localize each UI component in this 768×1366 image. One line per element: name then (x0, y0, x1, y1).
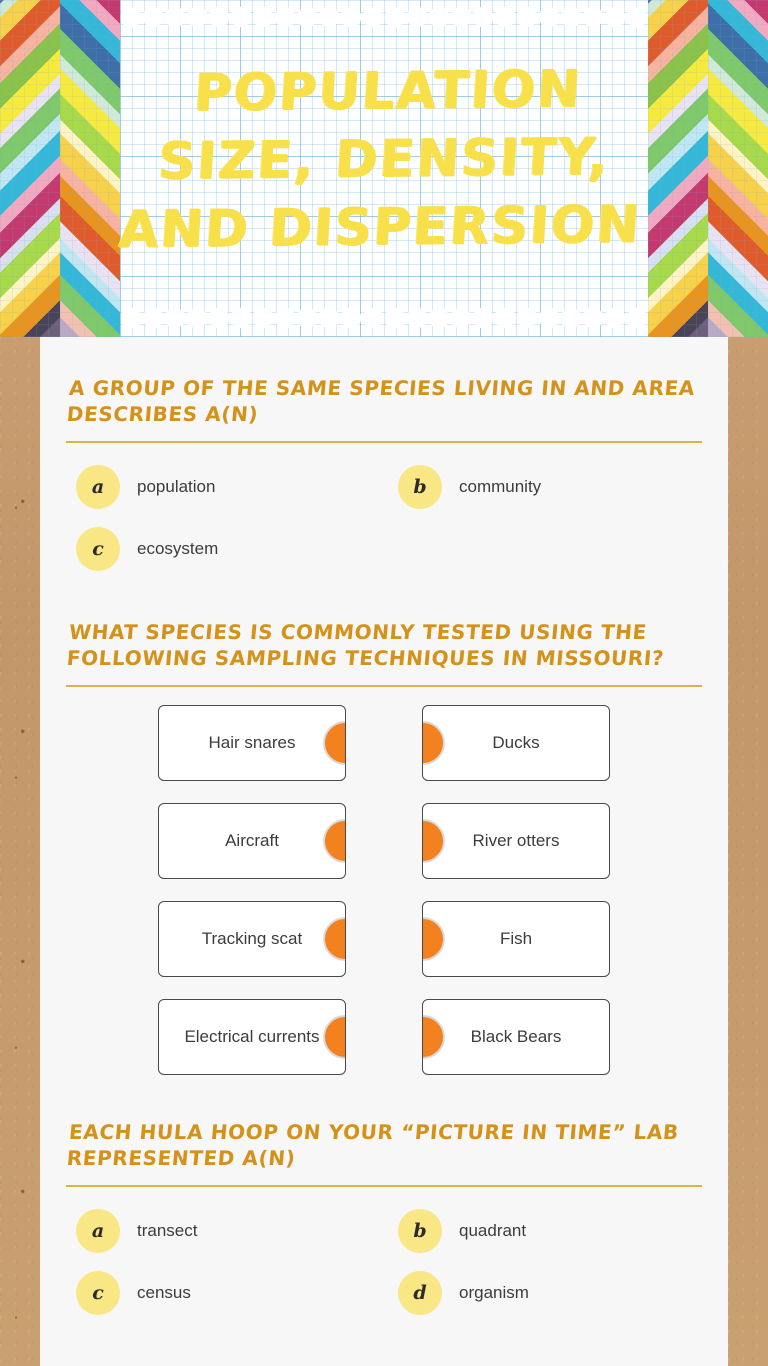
option-label: quadrant (459, 1221, 527, 1240)
match-row: Aircraft River otters (66, 803, 702, 879)
match-connector-dot[interactable] (423, 721, 445, 765)
match-box-label: Hair snares (208, 733, 296, 752)
question-2-match-list: Hair snares Ducks Aircraft River otters (66, 705, 702, 1075)
chevron-pattern-left (0, 0, 120, 337)
chevron-stripes-right-outer (708, 0, 768, 337)
match-connector-dot[interactable] (323, 1015, 345, 1059)
match-box-label: Black Bears (470, 1027, 562, 1046)
question-block-3: Each hula hoop on your “picture in time”… (66, 1119, 702, 1319)
match-row: Hair snares Ducks (66, 705, 702, 781)
option-label: community (459, 477, 542, 496)
question-3-divider (66, 1185, 702, 1187)
match-connector-dot[interactable] (423, 1015, 445, 1059)
match-row: Tracking scat Fish (66, 901, 702, 977)
question-3-options: a transect b quadrant c census d organis… (66, 1205, 702, 1319)
option-key-bubble[interactable]: a (76, 465, 120, 509)
option-b[interactable]: b quadrant (384, 1205, 702, 1257)
match-box-right[interactable]: Black Bears (422, 999, 610, 1075)
option-b[interactable]: b community (384, 461, 702, 513)
option-d[interactable]: d organism (384, 1267, 702, 1319)
question-block-1: A group of the same species living in an… (66, 375, 702, 575)
option-key-bubble[interactable]: d (398, 1271, 442, 1315)
match-box-label: Ducks (492, 733, 540, 752)
question-1-options: a population b community c ecosystem (66, 461, 702, 575)
option-label: organism (459, 1283, 529, 1302)
option-label: ecosystem (137, 539, 219, 558)
option-key-bubble[interactable]: c (76, 527, 120, 571)
scallop-border-top (120, 4, 648, 30)
option-c[interactable]: c ecosystem (66, 523, 384, 575)
match-row: Electrical currents Black Bears (66, 999, 702, 1075)
option-a[interactable]: a transect (66, 1205, 384, 1257)
match-box-label: Aircraft (225, 831, 279, 850)
worksheet-title: Population Size, Density, and Dispersion (117, 59, 643, 260)
chevron-stripes-left-inner (60, 0, 120, 337)
option-key-bubble[interactable]: b (398, 1209, 442, 1253)
match-box-left[interactable]: Electrical currents (158, 999, 346, 1075)
question-3-title: Each hula hoop on your “picture in time”… (65, 1120, 680, 1170)
chevron-pattern-right (648, 0, 768, 337)
option-label: census (137, 1283, 191, 1302)
match-connector-dot[interactable] (323, 819, 345, 863)
option-key-bubble[interactable]: c (76, 1271, 120, 1315)
match-box-label: River otters (472, 831, 560, 850)
question-2-title: What species is commonly tested using th… (65, 620, 666, 670)
match-box-label: Fish (499, 929, 533, 948)
match-box-right[interactable]: Ducks (422, 705, 610, 781)
header-banner: Population Size, Density, and Dispersion (0, 0, 768, 337)
option-key-bubble[interactable]: b (398, 465, 442, 509)
match-box-left[interactable]: Aircraft (158, 803, 346, 879)
question-1-divider (66, 441, 702, 443)
match-box-left[interactable]: Tracking scat (158, 901, 346, 977)
match-connector-dot[interactable] (323, 721, 345, 765)
chevron-stripes-left-outer (0, 0, 60, 337)
match-box-label: Electrical currents (184, 1027, 320, 1046)
option-key-bubble[interactable]: a (76, 1209, 120, 1253)
match-connector-dot[interactable] (423, 819, 445, 863)
question-2-divider (66, 685, 702, 687)
scallop-border-bottom (120, 305, 648, 331)
worksheet-card: A group of the same species living in an… (40, 337, 728, 1366)
match-box-right[interactable]: River otters (422, 803, 610, 879)
question-1-title: A group of the same species living in an… (65, 376, 696, 426)
question-block-2: What species is commonly tested using th… (66, 619, 702, 1075)
option-a[interactable]: a population (66, 461, 384, 513)
chevron-stripes-right-inner (648, 0, 708, 337)
option-label: transect (137, 1221, 198, 1240)
option-label: population (137, 477, 216, 496)
match-connector-dot[interactable] (323, 917, 345, 961)
match-box-left[interactable]: Hair snares (158, 705, 346, 781)
match-connector-dot[interactable] (423, 917, 445, 961)
match-box-label: Tracking scat (201, 929, 303, 948)
match-box-right[interactable]: Fish (422, 901, 610, 977)
option-c[interactable]: c census (66, 1267, 384, 1319)
